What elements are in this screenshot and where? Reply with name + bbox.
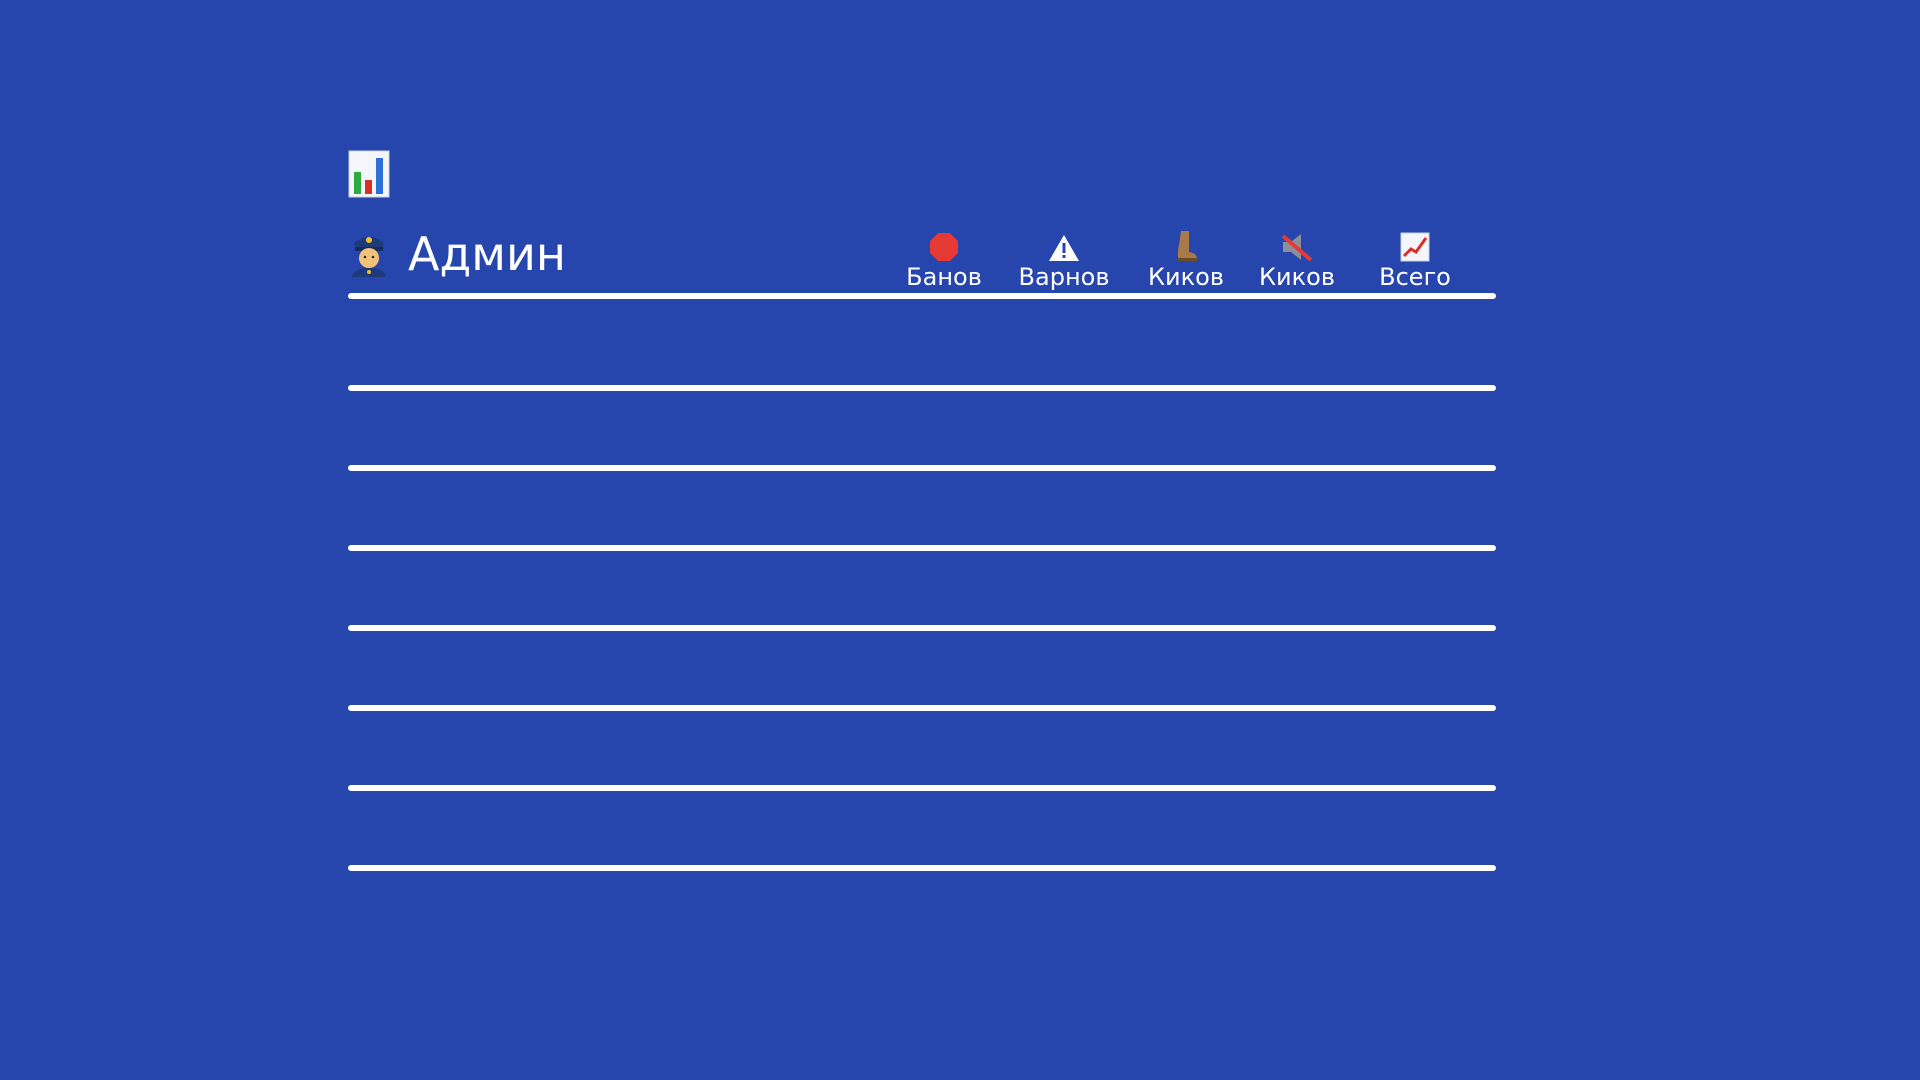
bar-chart-icon	[348, 150, 390, 198]
row-divider	[348, 465, 1496, 471]
row-divider	[348, 625, 1496, 631]
admin-label: Админ	[408, 227, 566, 281]
header-divider	[348, 293, 1496, 299]
boot-icon	[1178, 231, 1197, 261]
row-divider	[348, 705, 1496, 711]
column-mutes-label: Киков	[1259, 263, 1335, 291]
stop-sign-icon	[930, 233, 958, 261]
column-mutes: Киков	[1242, 230, 1352, 292]
column-total: Всего	[1360, 230, 1470, 292]
stats-board: Админ Банов Варнов Киков Киков Всего	[0, 0, 1920, 1080]
warning-icon	[1049, 235, 1079, 261]
column-total-label: Всего	[1379, 263, 1451, 291]
muted-speaker-icon	[1281, 234, 1313, 262]
table-header: Админ Банов Варнов Киков Киков Всего	[348, 222, 1496, 292]
column-warns: Варнов	[1009, 230, 1119, 292]
row-divider	[348, 865, 1496, 871]
row-divider	[348, 385, 1496, 391]
column-kicks-label: Киков	[1148, 263, 1224, 291]
column-bans: Банов	[889, 230, 999, 292]
police-officer-icon	[352, 237, 386, 277]
row-divider	[348, 785, 1496, 791]
chart-increasing-icon	[1400, 232, 1430, 262]
admin-column-header: Админ	[348, 226, 566, 282]
row-divider	[348, 545, 1496, 551]
column-warns-label: Варнов	[1018, 263, 1110, 291]
column-kicks: Киков	[1131, 230, 1241, 292]
column-bans-label: Банов	[906, 263, 982, 291]
